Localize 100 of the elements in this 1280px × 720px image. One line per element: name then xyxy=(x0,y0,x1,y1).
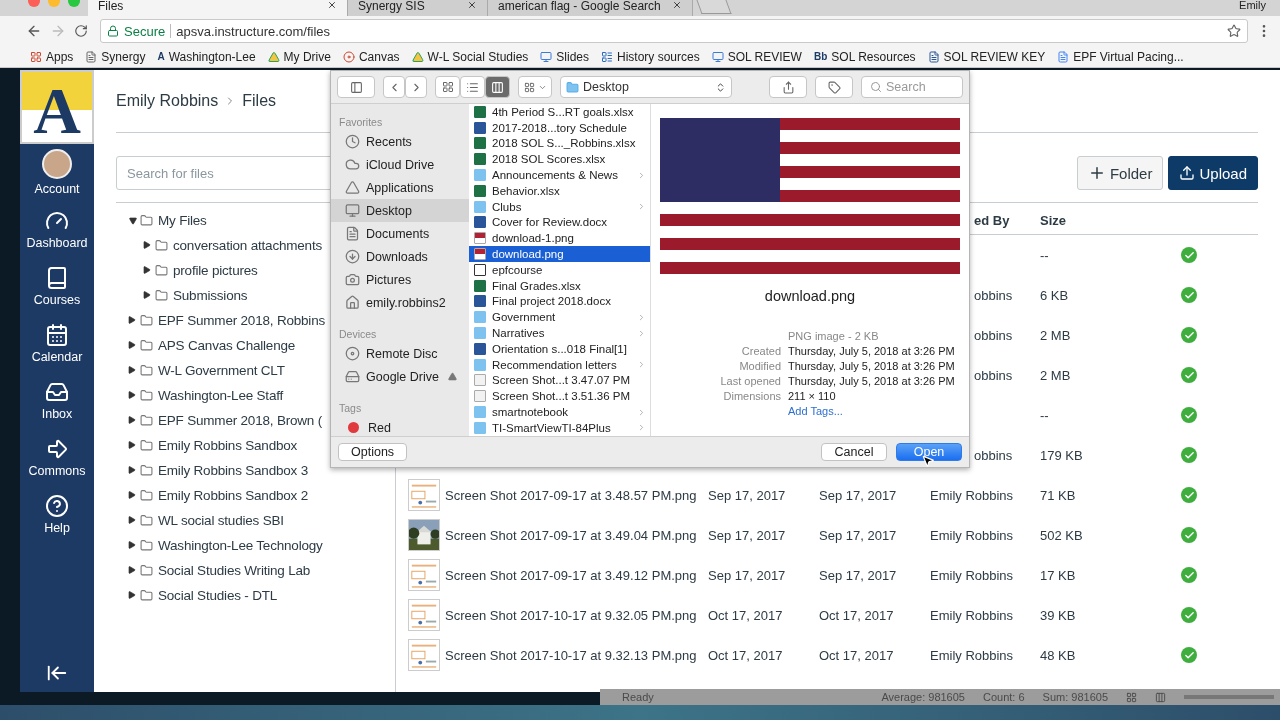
toggle-icon[interactable] xyxy=(128,490,136,501)
nav-link[interactable]: Dashboard xyxy=(26,236,88,250)
toggle-icon[interactable] xyxy=(127,216,137,225)
file-row[interactable]: 2018 SOL Scores.xlsx xyxy=(469,151,650,168)
toggle-icon[interactable] xyxy=(128,515,136,526)
bookmark-link[interactable]: History sources xyxy=(617,49,700,64)
sidebar-item[interactable]: Google Drive xyxy=(331,365,469,388)
sidebar-item[interactable]: Desktop xyxy=(331,199,469,222)
close-icon[interactable] xyxy=(327,0,337,10)
file-row[interactable]: smartnotebook xyxy=(469,404,650,420)
column-header[interactable]: Size xyxy=(1040,213,1066,228)
address-bar[interactable]: Secure apsva.instructure.com/files xyxy=(100,19,1248,43)
file-row[interactable]: Announcements & News xyxy=(469,167,650,183)
eject-icon[interactable] xyxy=(448,372,457,381)
published-icon[interactable] xyxy=(1181,487,1197,503)
browser-tab[interactable]: Synergy SIS xyxy=(348,0,488,16)
toggle-icon[interactable] xyxy=(128,440,136,451)
file-row[interactable]: 2017-2018...tory Schedule xyxy=(469,119,650,136)
folder-name[interactable]: EPF Summer 2018, Brown ( xyxy=(158,413,322,428)
published-icon[interactable] xyxy=(1181,607,1197,623)
toggle-icon[interactable] xyxy=(128,340,136,351)
dialog-button[interactable]: Options xyxy=(338,443,408,461)
column-header[interactable]: ed By xyxy=(974,213,1010,228)
folder-name[interactable]: W-L Government CLT xyxy=(158,363,285,378)
arrow-icon[interactable] xyxy=(45,437,69,461)
help-icon[interactable] xyxy=(45,494,69,518)
file-row[interactable]: TI-SmartViewTI-84Plus xyxy=(469,419,650,436)
view-button[interactable] xyxy=(485,76,510,98)
book-icon[interactable] xyxy=(45,266,69,290)
file-name[interactable]: Screen Shot 2017-09-17 at 3.49.04 PM.png xyxy=(445,527,697,543)
tag-button[interactable] xyxy=(815,76,853,98)
sidebar-item[interactable]: Downloads xyxy=(331,245,469,268)
toggle-icon[interactable] xyxy=(128,590,136,601)
bookmark-link[interactable]: Apps xyxy=(46,49,74,64)
dialog-button[interactable]: Cancel xyxy=(821,443,887,461)
folder-name[interactable]: Emily Robbins Sandbox xyxy=(158,438,298,453)
browser-tab[interactable]: american flag - Google Search xyxy=(488,0,693,16)
sidebar-item[interactable]: Recents xyxy=(331,130,469,153)
folder-name[interactable]: Washington-Lee Technology xyxy=(158,538,323,553)
file-row[interactable]: download-1.png xyxy=(469,230,650,247)
file-row[interactable]: Screen Shot...t 3.47.07 PM xyxy=(469,372,650,389)
toggle-icon[interactable] xyxy=(128,365,136,376)
bookmark-link[interactable]: Canvas xyxy=(358,49,400,64)
upload-button[interactable]: Upload xyxy=(1168,156,1258,190)
share-button[interactable] xyxy=(769,76,807,98)
bookmark-link[interactable]: SOL Resources xyxy=(831,49,916,64)
folder-name[interactable]: WL social studies SBI xyxy=(158,513,284,528)
bookmark-link[interactable]: SOL REVIEW xyxy=(727,49,802,64)
published-icon[interactable] xyxy=(1181,327,1197,343)
folder-name[interactable]: conversation attachments xyxy=(173,238,323,253)
file-row[interactable]: epfcourse xyxy=(469,261,650,278)
breadcrumb-link[interactable]: Emily Robbins xyxy=(116,92,219,110)
file-row[interactable]: Behavior.xlsx xyxy=(469,183,650,199)
sidebar-toggle-button[interactable] xyxy=(337,76,375,98)
view-button[interactable] xyxy=(435,76,460,98)
published-icon[interactable] xyxy=(1181,287,1197,303)
view-icon[interactable] xyxy=(1126,691,1137,703)
file-row[interactable]: Orientation s...018 Final[1] xyxy=(469,340,650,357)
published-icon[interactable] xyxy=(1181,447,1197,463)
bookmark-link[interactable]: SOL REVIEW KEY xyxy=(943,49,1046,64)
file-row[interactable]: 2018 SOL S..._Robbins.xlsx xyxy=(469,135,650,152)
star-icon[interactable] xyxy=(1227,24,1241,38)
file-name[interactable]: Screen Shot 2017-09-17 at 3.49.12 PM.png xyxy=(445,567,697,583)
bookmark-link[interactable]: W-L Social Studies xyxy=(427,49,529,64)
forward-button[interactable] xyxy=(405,76,427,98)
nav-link[interactable]: Inbox xyxy=(41,407,73,421)
folder-name[interactable]: Emily Robbins Sandbox 2 xyxy=(158,488,308,503)
nav-link[interactable]: Account xyxy=(34,182,80,196)
file-name[interactable]: Screen Shot 2017-10-17 at 9.32.05 PM.png xyxy=(445,607,697,623)
calendar-icon[interactable] xyxy=(45,323,69,347)
nav-link[interactable]: Commons xyxy=(28,464,86,478)
profile-name[interactable]: Emily xyxy=(1239,0,1266,11)
bookmark-link[interactable]: EPF Virtual Pacing... xyxy=(1073,49,1184,64)
folder-name[interactable]: Submissions xyxy=(173,288,248,303)
file-name[interactable]: Screen Shot 2017-09-17 at 3.48.57 PM.png xyxy=(445,487,697,503)
toggle-icon[interactable] xyxy=(128,465,136,476)
folder-name[interactable]: EPF Summer 2018, Robbins xyxy=(158,313,326,328)
sidebar-item[interactable]: Pictures xyxy=(331,268,469,291)
bookmark-link[interactable]: My Drive xyxy=(283,49,331,64)
published-icon[interactable] xyxy=(1181,367,1197,383)
back-icon[interactable] xyxy=(26,23,42,39)
location-dropdown[interactable]: Desktop xyxy=(560,76,732,98)
nav-link[interactable]: Help xyxy=(44,521,70,535)
toggle-icon[interactable] xyxy=(128,415,136,426)
file-row[interactable]: Screen Shot...t 3.51.36 PM xyxy=(469,388,650,405)
dialog-button[interactable]: Open xyxy=(896,443,962,461)
file-row[interactable]: Narratives xyxy=(469,325,650,341)
sidebar-item[interactable]: Remote Disc xyxy=(331,342,469,365)
bookmark-link[interactable]: Synergy xyxy=(101,49,146,64)
file-row[interactable]: Cover for Review.docx xyxy=(469,214,650,231)
published-icon[interactable] xyxy=(1181,527,1197,543)
nav-link[interactable]: Courses xyxy=(33,293,81,307)
toggle-icon[interactable] xyxy=(128,565,136,576)
file-name[interactable]: Screen Shot 2017-10-17 at 9.32.13 PM.png xyxy=(445,647,697,663)
sidebar-item[interactable]: Red xyxy=(331,416,469,436)
published-icon[interactable] xyxy=(1181,567,1197,583)
bookmark-link[interactable]: Washington-Lee xyxy=(168,49,256,64)
toggle-icon[interactable] xyxy=(143,290,151,301)
folder-name[interactable]: Washington-Lee Staff xyxy=(158,388,284,403)
published-icon[interactable] xyxy=(1181,407,1197,423)
